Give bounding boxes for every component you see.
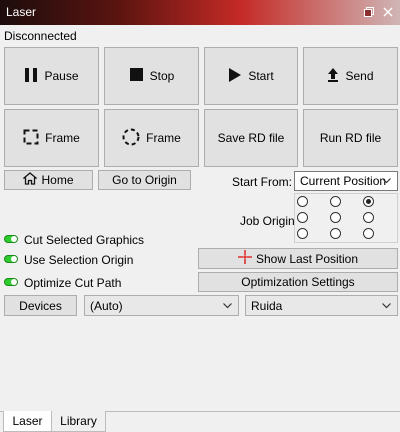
upload-arrow-icon — [327, 67, 339, 86]
job-origin-top-center[interactable] — [330, 196, 341, 207]
pause-label: Pause — [44, 69, 79, 83]
job-origin-top-right[interactable] — [363, 196, 374, 207]
crosshair-icon — [237, 250, 252, 267]
tab-library[interactable]: Library — [52, 411, 106, 432]
job-origin-bottom-left[interactable] — [297, 228, 308, 239]
cut-selected-graphics-label: Cut Selected Graphics — [24, 233, 145, 247]
restore-icon[interactable] — [363, 6, 375, 18]
job-origin-bottom-center[interactable] — [330, 228, 341, 239]
save-rd-label: Save RD file — [217, 131, 285, 145]
show-last-position-button[interactable]: Show Last Position — [198, 248, 398, 269]
stop-label: Stop — [149, 69, 175, 83]
optimization-settings-button[interactable]: Optimization Settings — [198, 272, 398, 292]
job-origin-label: Job Origin — [240, 214, 295, 228]
pause-button[interactable]: Pause — [4, 47, 99, 105]
circle-frame-icon — [122, 128, 140, 149]
start-from-value: Current Position — [300, 174, 387, 188]
use-selection-origin-toggle[interactable] — [4, 255, 18, 263]
controller-value: Ruida — [251, 298, 283, 313]
optimization-settings-label: Optimization Settings — [241, 275, 355, 289]
tab-laser[interactable]: Laser — [3, 411, 52, 432]
job-origin-middle-right[interactable] — [363, 212, 374, 223]
circular-frame-label: Frame — [146, 131, 181, 145]
start-from-label: Start From: — [232, 175, 293, 189]
go-to-origin-button[interactable]: Go to Origin — [98, 170, 191, 190]
job-origin-grid — [294, 193, 398, 243]
save-rd-file-button[interactable]: Save RD file — [204, 109, 298, 167]
job-origin-middle-left[interactable] — [297, 212, 308, 223]
chevron-down-icon — [382, 178, 391, 184]
stop-button[interactable]: Stop — [104, 47, 199, 105]
window-titlebar: Laser — [0, 0, 400, 25]
job-origin-bottom-right[interactable] — [363, 228, 374, 239]
window-title: Laser — [6, 5, 37, 19]
start-button[interactable]: Start — [204, 47, 298, 105]
circular-frame-button[interactable]: Frame — [104, 109, 199, 167]
port-value: (Auto) — [90, 298, 123, 313]
send-label: Send — [345, 69, 374, 83]
frame-label: Frame — [45, 131, 80, 145]
tab-laser-label: Laser — [12, 414, 43, 428]
chevron-down-icon — [382, 302, 391, 309]
devices-button[interactable]: Devices — [4, 295, 77, 316]
house-icon — [22, 172, 39, 188]
run-rd-file-button[interactable]: Run RD file — [303, 109, 398, 167]
start-from-select[interactable]: Current Position — [294, 171, 398, 191]
start-label: Start — [248, 69, 274, 83]
stop-icon — [129, 67, 144, 85]
job-origin-center[interactable] — [330, 212, 341, 223]
tab-library-label: Library — [60, 414, 97, 428]
job-origin-top-left[interactable] — [297, 196, 308, 207]
devices-label: Devices — [19, 298, 62, 313]
home-label: Home — [41, 173, 74, 187]
run-rd-label: Run RD file — [319, 131, 382, 145]
optimize-cut-path-label: Optimize Cut Path — [24, 276, 122, 290]
chevron-down-icon — [223, 302, 232, 309]
port-select[interactable]: (Auto) — [84, 295, 239, 316]
send-button[interactable]: Send — [303, 47, 398, 105]
pause-icon — [24, 67, 38, 86]
close-icon[interactable] — [382, 6, 394, 18]
home-button[interactable]: Home — [4, 170, 93, 190]
cut-selected-graphics-toggle[interactable] — [4, 235, 18, 243]
optimize-cut-path-toggle[interactable] — [4, 278, 18, 286]
use-selection-origin-label: Use Selection Origin — [24, 253, 134, 267]
show-last-position-label: Show Last Position — [255, 251, 359, 266]
frame-button[interactable]: Frame — [4, 109, 99, 167]
controller-select[interactable]: Ruida — [245, 295, 398, 316]
square-frame-icon — [23, 129, 39, 148]
connection-status: Disconnected — [4, 29, 77, 43]
go-to-origin-label: Go to Origin — [112, 173, 177, 187]
play-icon — [228, 67, 242, 86]
